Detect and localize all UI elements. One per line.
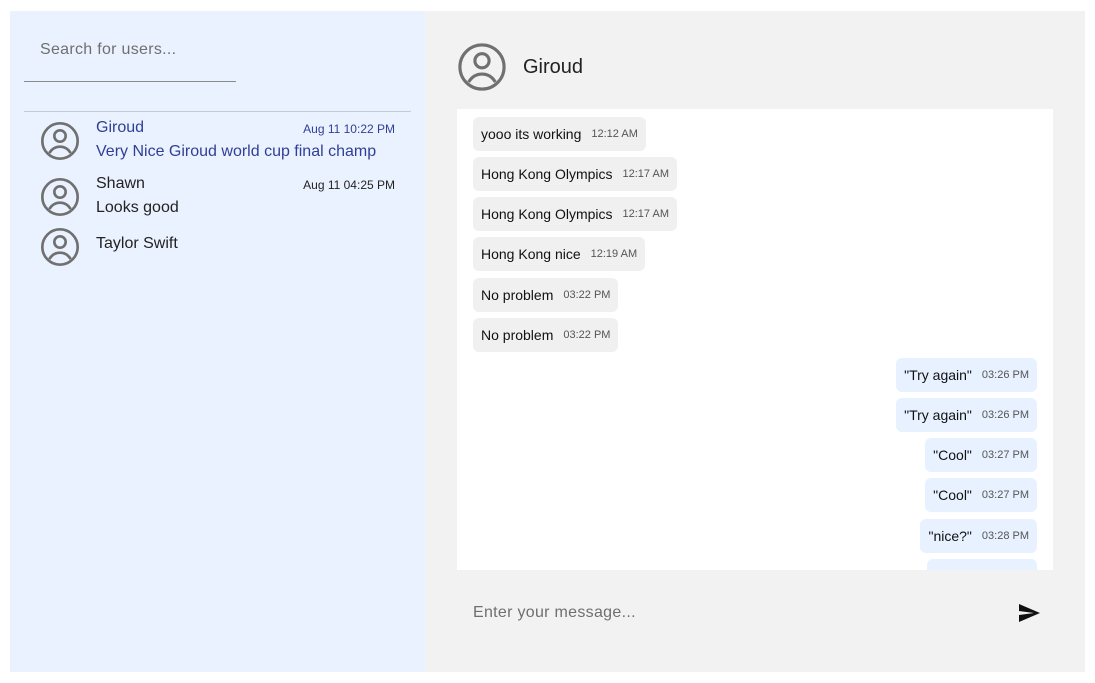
conversation-name: Taylor Swift xyxy=(96,235,178,252)
message-outgoing: "Try again" 03:26 PM xyxy=(896,358,1037,392)
conversation-item-shawn[interactable]: Shawn Aug 11 04:25 PM Looks good xyxy=(24,169,411,225)
conversation-item-giroud[interactable]: Giroud Aug 11 10:22 PM Very Nice Giroud … xyxy=(24,113,411,169)
message-outgoing: "Cool" 03:27 PM xyxy=(925,438,1037,472)
message-time: 03:22 PM xyxy=(563,289,611,301)
avatar-icon xyxy=(40,121,80,161)
message-outgoing: "Try again" 03:26 PM xyxy=(896,398,1037,432)
message-text: Hong Kong nice xyxy=(481,246,581,262)
divider xyxy=(24,111,411,112)
message-incoming: Hong Kong Olympics 12:17 AM xyxy=(473,157,677,191)
message-time: 03:22 PM xyxy=(563,329,611,341)
conversation-time: Aug 11 04:25 PM xyxy=(303,178,395,192)
message-time: 03:27 PM xyxy=(981,489,1029,501)
avatar-icon xyxy=(40,227,80,267)
message-text: "Try again" xyxy=(904,407,972,423)
message-time: 12:12 AM xyxy=(591,128,638,140)
message-text: "nice?" xyxy=(928,528,972,544)
message-time: 12:19 AM xyxy=(590,248,638,260)
send-button[interactable] xyxy=(1009,593,1049,633)
conversation-preview: Very Nice Giroud world cup final champ xyxy=(96,143,377,160)
message-text: Hong Kong Olympics xyxy=(481,166,613,182)
message-text: "Cool" xyxy=(933,487,972,503)
message-text: Hong Kong Olympics xyxy=(481,206,613,222)
message-list[interactable]: yooo its working 12:12 AM Hong Kong Olym… xyxy=(457,109,1053,570)
avatar-icon xyxy=(40,177,80,217)
chat-title: Giroud xyxy=(523,55,584,78)
conversation-item-taylor-swift[interactable]: Taylor Swift xyxy=(24,225,411,269)
chat-panel: Giroud yooo its working 12:12 AM Hong Ko… xyxy=(425,11,1085,672)
message-text: "Cool" xyxy=(933,447,972,463)
conversation-name: Shawn xyxy=(96,175,145,192)
message-text: yooo its working xyxy=(481,126,582,142)
message-text: "Try again" xyxy=(904,367,972,383)
message-incoming: yooo its working 12:12 AM xyxy=(473,117,646,151)
message-outgoing: "nice?" 03:28 PM xyxy=(920,519,1037,553)
chat-app: Giroud Aug 11 10:22 PM Very Nice Giroud … xyxy=(10,11,1085,672)
message-outgoing-partial xyxy=(927,559,1037,570)
message-incoming: No problem 03:22 PM xyxy=(473,278,619,312)
avatar-icon xyxy=(458,43,506,91)
search-input[interactable] xyxy=(24,31,236,69)
chat-header: Giroud xyxy=(457,43,583,91)
message-time: 03:26 PM xyxy=(981,369,1029,381)
message-time: 03:26 PM xyxy=(981,409,1029,421)
message-incoming: No problem 03:22 PM xyxy=(473,318,619,352)
message-text: No problem xyxy=(481,287,554,303)
search-box xyxy=(24,31,236,82)
sidebar: Giroud Aug 11 10:22 PM Very Nice Giroud … xyxy=(10,11,425,672)
conversation-name: Giroud xyxy=(96,119,145,136)
message-time: 03:28 PM xyxy=(981,530,1029,542)
message-composer xyxy=(457,591,1053,635)
message-time: 12:17 AM xyxy=(622,208,669,220)
message-input[interactable] xyxy=(457,604,1009,622)
conversation-list: Giroud Aug 11 10:22 PM Very Nice Giroud … xyxy=(24,113,411,269)
message-time: 03:27 PM xyxy=(981,449,1029,461)
message-outgoing: "Cool" 03:27 PM xyxy=(925,478,1037,512)
send-icon xyxy=(1019,604,1040,622)
message-incoming: Hong Kong nice 12:19 AM xyxy=(473,237,646,271)
conversation-preview: Looks good xyxy=(96,199,179,216)
conversation-time: Aug 11 10:22 PM xyxy=(303,122,395,136)
message-time: 12:17 AM xyxy=(622,168,669,180)
message-incoming: Hong Kong Olympics 12:17 AM xyxy=(473,197,677,231)
message-text: No problem xyxy=(481,327,554,343)
